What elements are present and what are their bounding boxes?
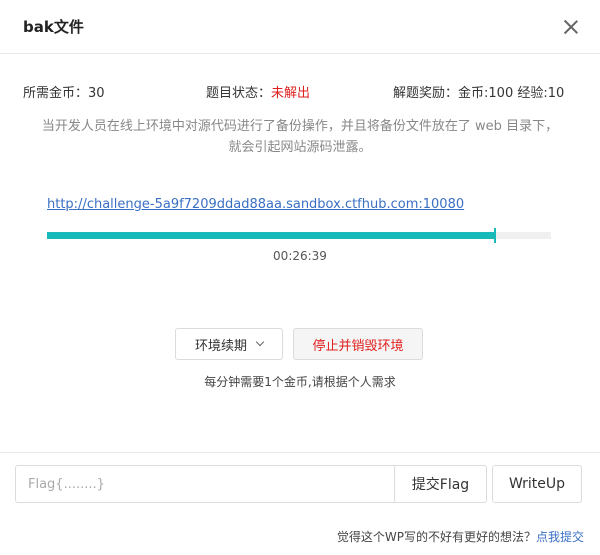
- stop-destroy-button[interactable]: 停止并销毁环境: [293, 328, 423, 360]
- renew-environment-dropdown[interactable]: 环境续期: [175, 328, 283, 360]
- cost-value: 30: [88, 86, 105, 101]
- reward-value: 金币:100 经验:10: [458, 86, 565, 101]
- cost-label: 所需金币：: [23, 86, 89, 101]
- modal-header: bak文件: [0, 0, 600, 54]
- status-info: 题目状态：未解出: [206, 82, 310, 101]
- renew-label: 环境续期: [194, 338, 247, 354]
- progress-marker: [493, 228, 496, 243]
- divider: [0, 452, 600, 453]
- feedback-submit-link[interactable]: 点我提交: [536, 530, 584, 544]
- chevron-down-icon: [255, 337, 265, 347]
- environment-timer: 00:26:39: [273, 249, 327, 263]
- cost-info: 所需金币：30: [23, 82, 105, 101]
- modal-title: bak文件: [23, 18, 84, 36]
- progress-fill: [47, 232, 495, 239]
- feedback-row: 觉得这个WP写的不好有更好的想法？点我提交: [0, 528, 584, 545]
- challenge-description: 当开发人员在线上环境中对源代码进行了备份操作，并且将备份文件放在了 web 目录…: [15, 116, 585, 158]
- submit-flag-button[interactable]: 提交Flag: [394, 465, 487, 503]
- reward-label: 解题奖励：: [393, 86, 459, 101]
- flag-input[interactable]: [15, 465, 395, 503]
- close-icon[interactable]: [561, 17, 581, 37]
- status-badge: 未解出: [271, 86, 311, 101]
- environment-url-link[interactable]: http://challenge-5a9f7209ddad88aa.sandbo…: [47, 197, 464, 212]
- reward-info: 解题奖励：金币:100 经验:10: [393, 82, 564, 101]
- cost-note: 每分钟需要1个金币,请根据个人需求: [204, 375, 396, 389]
- environment-progress-bar: [47, 228, 551, 243]
- challenge-modal: bak文件 所需金币：30 题目状态：未解出 解题奖励：金币:100 经验:10…: [0, 0, 600, 555]
- description-line-1: 当开发人员在线上环境中对源代码进行了备份操作，并且将备份文件放在了 web 目录…: [41, 119, 559, 134]
- status-label: 题目状态：: [206, 86, 272, 101]
- writeup-button[interactable]: WriteUp: [492, 465, 582, 503]
- feedback-text: 觉得这个WP写的不好有更好的想法？: [336, 530, 536, 544]
- description-line-2: 就会引起网站源码泄露。: [228, 140, 372, 155]
